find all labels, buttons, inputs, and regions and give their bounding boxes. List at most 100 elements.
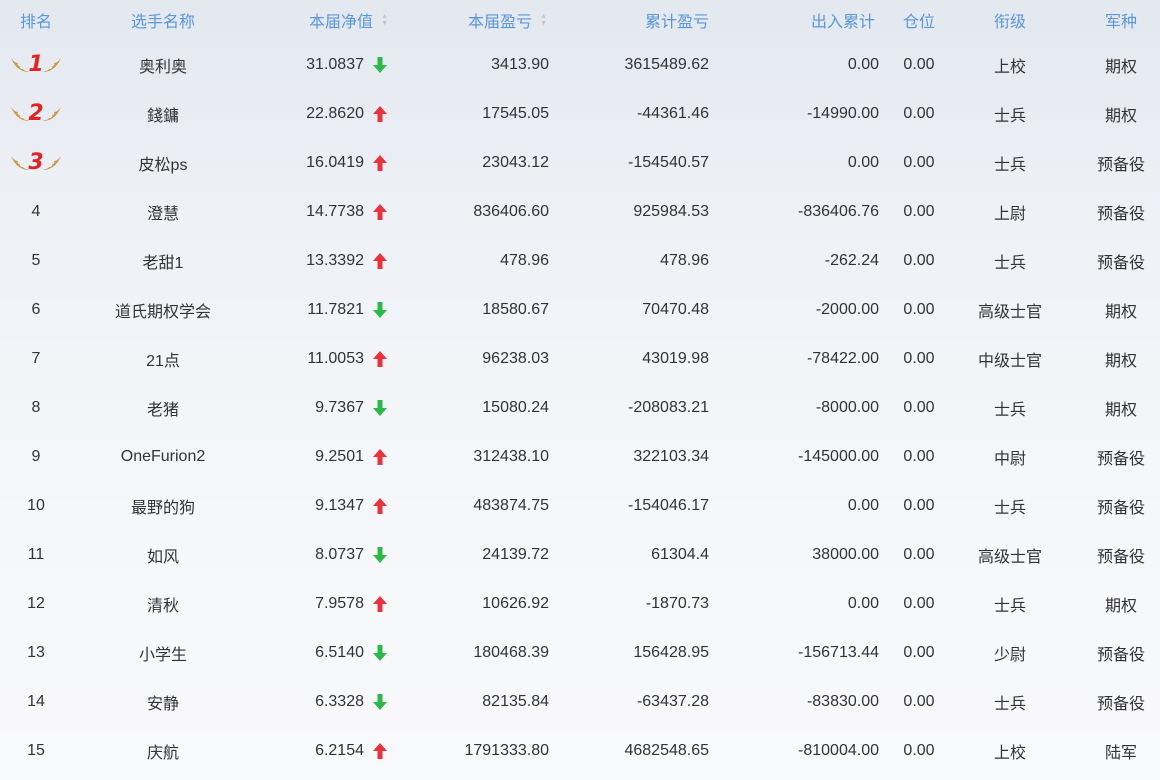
rank-title: 中级士官 xyxy=(977,352,1042,370)
rank-title: 高级士官 xyxy=(977,303,1042,321)
arm-type: 预备役 xyxy=(1096,646,1145,664)
cumulative-pnl: 322103.34 xyxy=(633,447,709,465)
table-row[interactable]: 9 OneFurion2 9.2501 312438.10 322103.34 -1450… xyxy=(0,432,1160,481)
rank-cell: 14 xyxy=(27,692,45,710)
position: 0.00 xyxy=(903,692,935,710)
rank-cell: 10 xyxy=(27,496,45,514)
session-pnl: 24139.72 xyxy=(482,545,549,563)
session-pnl: 18580.67 xyxy=(482,300,549,318)
inout-total: -14990.00 xyxy=(806,104,879,122)
session-pnl: 96238.03 xyxy=(482,349,549,367)
arm-type: 预备役 xyxy=(1096,450,1145,468)
player-name[interactable]: OneFurion2 xyxy=(72,432,254,481)
rank-title: 士兵 xyxy=(993,254,1026,272)
header-rank[interactable]: 排名 xyxy=(0,0,72,40)
header-nav[interactable]: 本届净值 ▲ ▼ xyxy=(254,0,388,40)
leaderboard-table: 排名 选手名称 本届净值 ▲ ▼ 本届盈亏 ▲ ▼ 累计盈亏 出入累计 仓位 衔级 … xyxy=(0,0,1160,775)
table-row[interactable]: 12 清秋 7.9578 10626.92 -1870.73 0.00 0.00 士兵 期权 xyxy=(0,579,1160,628)
cumulative-pnl: -154046.17 xyxy=(628,496,709,514)
rank-title: 高级士官 xyxy=(977,548,1042,566)
sort-icon[interactable]: ▲ ▼ xyxy=(540,13,547,27)
table-row[interactable]: 2 錢鏞 22.8620 17545.05 -44361.46 -14990.00 0.00… xyxy=(0,89,1160,138)
player-name[interactable]: 最野的狗 xyxy=(72,481,254,530)
player-name[interactable]: 如风 xyxy=(72,530,254,579)
table-row[interactable]: 7 21点 11.0053 96238.03 43019.98 -78422.00 0.00… xyxy=(0,334,1160,383)
table-row[interactable]: 13 小学生 6.5140 180468.39 156428.95 -156713.44 0… xyxy=(0,628,1160,677)
table-row[interactable]: 4 澄慧 14.7738 836406.60 925984.53 -836406.76 0.… xyxy=(0,187,1160,236)
inout-total: -156713.44 xyxy=(798,643,879,661)
table-row[interactable]: 14 安静 6.3328 82135.84 -63437.28 -83830.00 0.00… xyxy=(0,677,1160,726)
cumulative-pnl: 70470.48 xyxy=(642,300,709,318)
sort-icon[interactable]: ▲ ▼ xyxy=(381,13,388,27)
arm-type: 陆军 xyxy=(1104,744,1137,762)
header-name[interactable]: 选手名称 xyxy=(72,0,254,40)
session-pnl: 1791333.80 xyxy=(464,741,549,759)
net-value: 16.0419 xyxy=(306,153,364,171)
table-row[interactable]: 8 老猪 9.7367 15080.24 -208083.21 -8000.00 0.00 士… xyxy=(0,383,1160,432)
rank-title: 士兵 xyxy=(993,499,1026,517)
header-position[interactable]: 仓位 xyxy=(879,0,959,40)
position: 0.00 xyxy=(903,447,935,465)
arm-type: 预备役 xyxy=(1096,156,1145,174)
session-pnl: 836406.60 xyxy=(473,202,549,220)
player-name[interactable]: 皮松ps xyxy=(72,138,254,187)
player-name[interactable]: 奥利奥 xyxy=(72,40,254,89)
header-nav-label: 本届净值 xyxy=(309,14,374,31)
table-row[interactable]: 10 最野的狗 9.1347 483874.75 -154046.17 0.00 0.00 士… xyxy=(0,481,1160,530)
trend-indicator xyxy=(368,383,392,432)
header-pnl[interactable]: 本届盈亏 ▲ ▼ xyxy=(392,0,547,40)
table-row[interactable]: 15 庆航 6.2154 1791333.80 4682548.65 -810004.00… xyxy=(0,726,1160,775)
session-pnl: 23043.12 xyxy=(482,153,549,171)
net-value: 11.7821 xyxy=(307,300,364,318)
inout-total: -83830.00 xyxy=(806,692,879,710)
arrow-up-icon xyxy=(373,252,387,269)
player-name[interactable]: 錢鏞 xyxy=(72,89,254,138)
arrow-down-icon xyxy=(373,644,387,661)
inout-total: -8000.00 xyxy=(815,398,879,416)
cumulative-pnl: -208083.21 xyxy=(628,398,709,416)
cumulative-pnl: -1870.73 xyxy=(645,594,709,612)
header-cum[interactable]: 累计盈亏 xyxy=(549,0,709,40)
net-value: 6.3328 xyxy=(315,692,364,710)
net-value: 7.9578 xyxy=(315,594,364,612)
header-arm[interactable]: 军种 xyxy=(1061,0,1160,40)
arrow-down-icon xyxy=(373,301,387,318)
player-name[interactable]: 清秋 xyxy=(72,579,254,628)
table-row[interactable]: 11 如风 8.0737 24139.72 61304.4 38000.00 0.00 高级士… xyxy=(0,530,1160,579)
cumulative-pnl: 43019.98 xyxy=(642,349,709,367)
net-value: 22.8620 xyxy=(306,104,364,122)
net-value: 8.0737 xyxy=(315,545,364,563)
player-name[interactable]: 小学生 xyxy=(72,628,254,677)
wing-right-icon xyxy=(42,56,62,74)
position: 0.00 xyxy=(903,496,935,514)
session-pnl: 10626.92 xyxy=(482,594,549,612)
player-name[interactable]: 道氏期权学会 xyxy=(72,285,254,334)
net-value: 31.0837 xyxy=(306,55,364,73)
arm-type: 期权 xyxy=(1104,597,1137,615)
inout-total: -78422.00 xyxy=(806,349,879,367)
arm-type: 期权 xyxy=(1104,58,1137,76)
rank-medal-icon: 1 xyxy=(8,50,64,80)
rank-title: 士兵 xyxy=(993,597,1026,615)
rank-title: 士兵 xyxy=(993,156,1026,174)
position: 0.00 xyxy=(903,349,935,367)
position: 0.00 xyxy=(903,594,935,612)
table-row[interactable]: 6 道氏期权学会 11.7821 18580.67 70470.48 -2000.00 0.… xyxy=(0,285,1160,334)
table-row[interactable]: 1 奥利奥 31.0837 3413.90 3615489.62 0.00 0.00 上校 期权 xyxy=(0,40,1160,89)
player-name[interactable]: 庆航 xyxy=(72,726,254,775)
player-name[interactable]: 21点 xyxy=(72,334,254,383)
table-row[interactable]: 3 皮松ps 16.0419 23043.12 -154540.57 0.00 0.00 士兵… xyxy=(0,138,1160,187)
player-name[interactable]: 老猪 xyxy=(72,383,254,432)
trend-indicator xyxy=(368,285,392,334)
table-row[interactable]: 5 老甜1 13.3392 478.96 478.96 -262.24 0.00 士兵 预备役 xyxy=(0,236,1160,285)
table-body: 1 奥利奥 31.0837 3413.90 3615489.62 0.00 0.00 上校 期权… xyxy=(0,40,1160,775)
cumulative-pnl: -44361.46 xyxy=(636,104,709,122)
player-name[interactable]: 澄慧 xyxy=(72,187,254,236)
player-name[interactable]: 老甜1 xyxy=(72,236,254,285)
header-io[interactable]: 出入累计 xyxy=(709,0,875,40)
session-pnl: 15080.24 xyxy=(482,398,549,416)
player-name[interactable]: 安静 xyxy=(72,677,254,726)
net-value: 14.7738 xyxy=(306,202,364,220)
header-rank-title[interactable]: 衔级 xyxy=(959,0,1061,40)
wing-left-icon xyxy=(10,105,30,123)
